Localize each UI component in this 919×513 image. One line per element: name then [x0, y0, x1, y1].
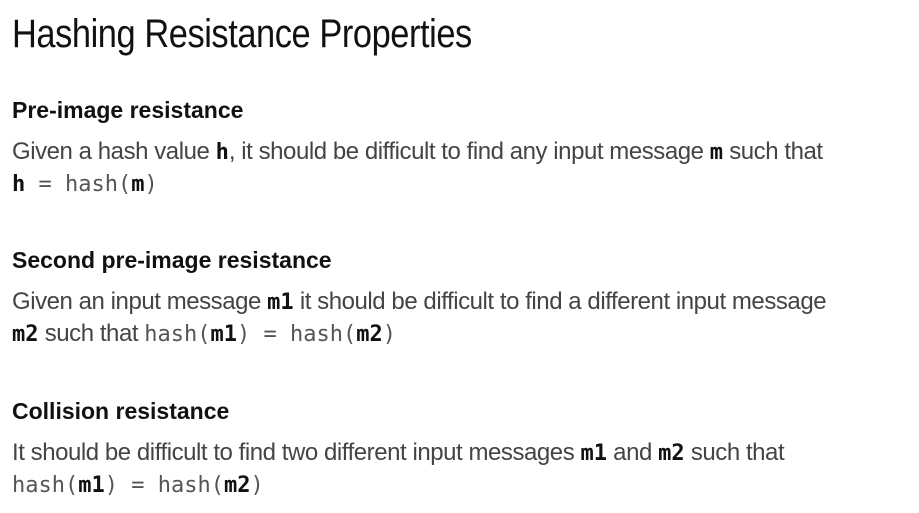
variable-name: m1	[267, 290, 294, 315]
code-expression: )	[250, 473, 264, 498]
variable-name: h	[215, 140, 229, 165]
section-description: Given a hash value h, it should be diffi…	[12, 136, 912, 200]
code-expression: )	[144, 172, 158, 197]
code-expression: ) = hash(	[104, 473, 224, 498]
variable-name: m2	[658, 441, 685, 466]
text-run: Given an input message	[12, 288, 268, 315]
text-run: such that	[723, 138, 823, 165]
text-run: such that	[38, 320, 145, 347]
page-title: Hashing Resistance Properties	[12, 12, 472, 56]
section-collision-resistance: Collision resistance It should be diffic…	[12, 397, 912, 501]
text-run: Given a hash value	[12, 138, 216, 165]
text-run: and	[606, 439, 659, 466]
variable-name: m1	[580, 441, 607, 466]
variable-name: h	[12, 172, 26, 197]
variable-name: m	[131, 172, 145, 197]
section-heading: Pre-image resistance	[12, 97, 244, 123]
variable-name: m2	[356, 322, 383, 347]
variable-name: m	[709, 140, 724, 165]
section-second-preimage-resistance: Second pre-image resistance Given an inp…	[12, 246, 912, 350]
code-expression: hash(	[144, 322, 211, 347]
variable-name: m2	[12, 322, 39, 347]
text-run: , it should be difficult to find any inp…	[228, 138, 710, 165]
variable-name: m2	[223, 473, 251, 498]
code-expression: ) = hash(	[237, 322, 357, 347]
variable-name: m1	[210, 322, 238, 347]
description-line: Given an input message m1 it should be d…	[12, 286, 912, 318]
section-description: Given an input message m1 it should be d…	[12, 286, 912, 350]
description-line: m2 such that hash(m1) = hash(m2)	[12, 318, 912, 350]
description-line: h = hash(m)	[12, 168, 912, 200]
section-heading: Second pre-image resistance	[12, 247, 332, 273]
section-description: It should be difficult to find two diffe…	[12, 437, 912, 501]
text-run: such that	[684, 439, 785, 466]
text-run: it should be difficult to find a differe…	[293, 288, 827, 315]
description-line: Given a hash value h, it should be diffi…	[12, 136, 912, 168]
variable-name: m1	[78, 473, 105, 498]
text-run: It should be difficult to find two diffe…	[12, 439, 581, 466]
code-expression: )	[382, 322, 396, 347]
section-preimage-resistance: Pre-image resistance Given a hash value …	[12, 96, 912, 200]
description-line: It should be difficult to find two diffe…	[12, 437, 912, 469]
code-expression: = hash(	[25, 172, 132, 197]
description-line: hash(m1) = hash(m2)	[12, 469, 912, 501]
section-heading: Collision resistance	[12, 398, 230, 424]
code-expression: hash(	[12, 473, 79, 498]
